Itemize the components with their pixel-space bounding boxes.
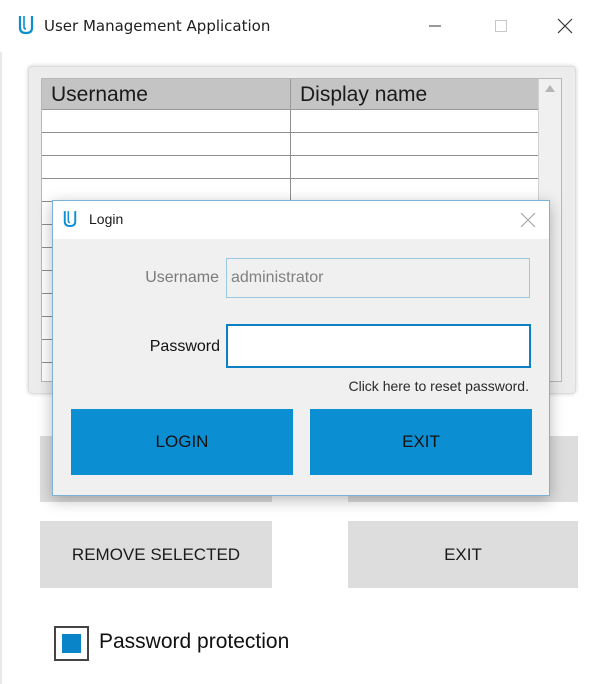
password-field[interactable]: [226, 324, 531, 368]
app-logo-icon: [18, 16, 34, 35]
table-row[interactable]: [42, 133, 538, 156]
table-cell-username[interactable]: [42, 156, 291, 179]
column-header-username[interactable]: Username: [42, 79, 291, 110]
login-dialog-title: Login: [89, 211, 124, 227]
scroll-up-icon[interactable]: [545, 85, 555, 92]
table-cell-username[interactable]: [42, 179, 291, 202]
username-label: Username: [145, 269, 219, 286]
minimize-icon: [429, 25, 441, 27]
table-cell-display-name[interactable]: [291, 156, 538, 179]
table-cell-username[interactable]: [42, 110, 291, 133]
close-icon: [557, 18, 573, 34]
main-exit-button[interactable]: EXIT: [348, 521, 578, 588]
password-protection-checkbox[interactable]: [54, 626, 89, 661]
window-title: User Management Application: [44, 17, 271, 35]
table-cell-display-name[interactable]: [291, 133, 538, 156]
password-protection-label[interactable]: Password protection: [99, 630, 289, 654]
remove-selected-button[interactable]: REMOVE SELECTED: [40, 521, 272, 588]
login-dialog-title-bar[interactable]: Login: [53, 201, 549, 239]
table-row[interactable]: [42, 179, 538, 202]
reset-password-link[interactable]: Click here to reset password.: [301, 378, 529, 394]
table-row[interactable]: [42, 156, 538, 179]
login-button[interactable]: LOGIN: [71, 409, 293, 475]
window-left-edge: [0, 0, 2, 684]
app-logo-icon: [63, 211, 77, 227]
username-field[interactable]: administrator: [226, 258, 530, 298]
close-icon[interactable]: [519, 211, 537, 229]
table-cell-username[interactable]: [42, 133, 291, 156]
dialog-exit-button[interactable]: EXIT: [310, 409, 532, 475]
checkbox-checked-indicator: [62, 634, 81, 653]
table-cell-display-name[interactable]: [291, 110, 538, 133]
table-row[interactable]: [42, 110, 538, 133]
login-dialog: Login Username administrator Password Cl…: [52, 200, 550, 496]
maximize-icon: [495, 20, 507, 32]
password-label: Password: [149, 338, 220, 355]
table-header: Username Display name: [42, 79, 538, 110]
table-cell-display-name[interactable]: [291, 179, 538, 202]
column-header-display-name[interactable]: Display name: [291, 79, 538, 110]
close-button[interactable]: [542, 4, 588, 48]
title-bar[interactable]: User Management Application: [0, 0, 592, 52]
maximize-button[interactable]: [478, 4, 524, 48]
minimize-button[interactable]: [412, 4, 458, 48]
